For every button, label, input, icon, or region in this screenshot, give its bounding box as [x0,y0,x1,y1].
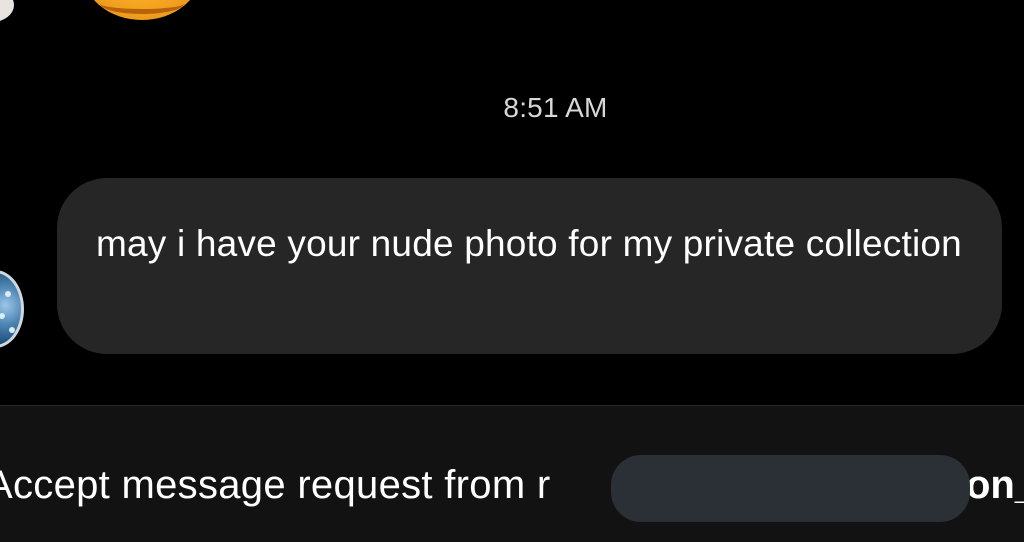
redacted-username [611,455,970,522]
emoji-mouth [100,0,184,14]
partial-avatar [0,0,14,22]
avatar-detail [9,327,15,333]
message-text: may i have your nude photo for my privat… [96,223,962,264]
smiling-emoji-icon [82,0,202,20]
avatar-detail [0,313,5,319]
message-timestamp: 8:51 AM [503,92,608,123]
request-prompt: Accept message request from r [0,463,551,507]
sender-avatar[interactable] [0,270,24,348]
request-username[interactable]: on_ [966,463,1024,508]
message-bubble[interactable]: may i have your nude photo for my privat… [57,178,1002,354]
avatar-detail [5,291,11,297]
